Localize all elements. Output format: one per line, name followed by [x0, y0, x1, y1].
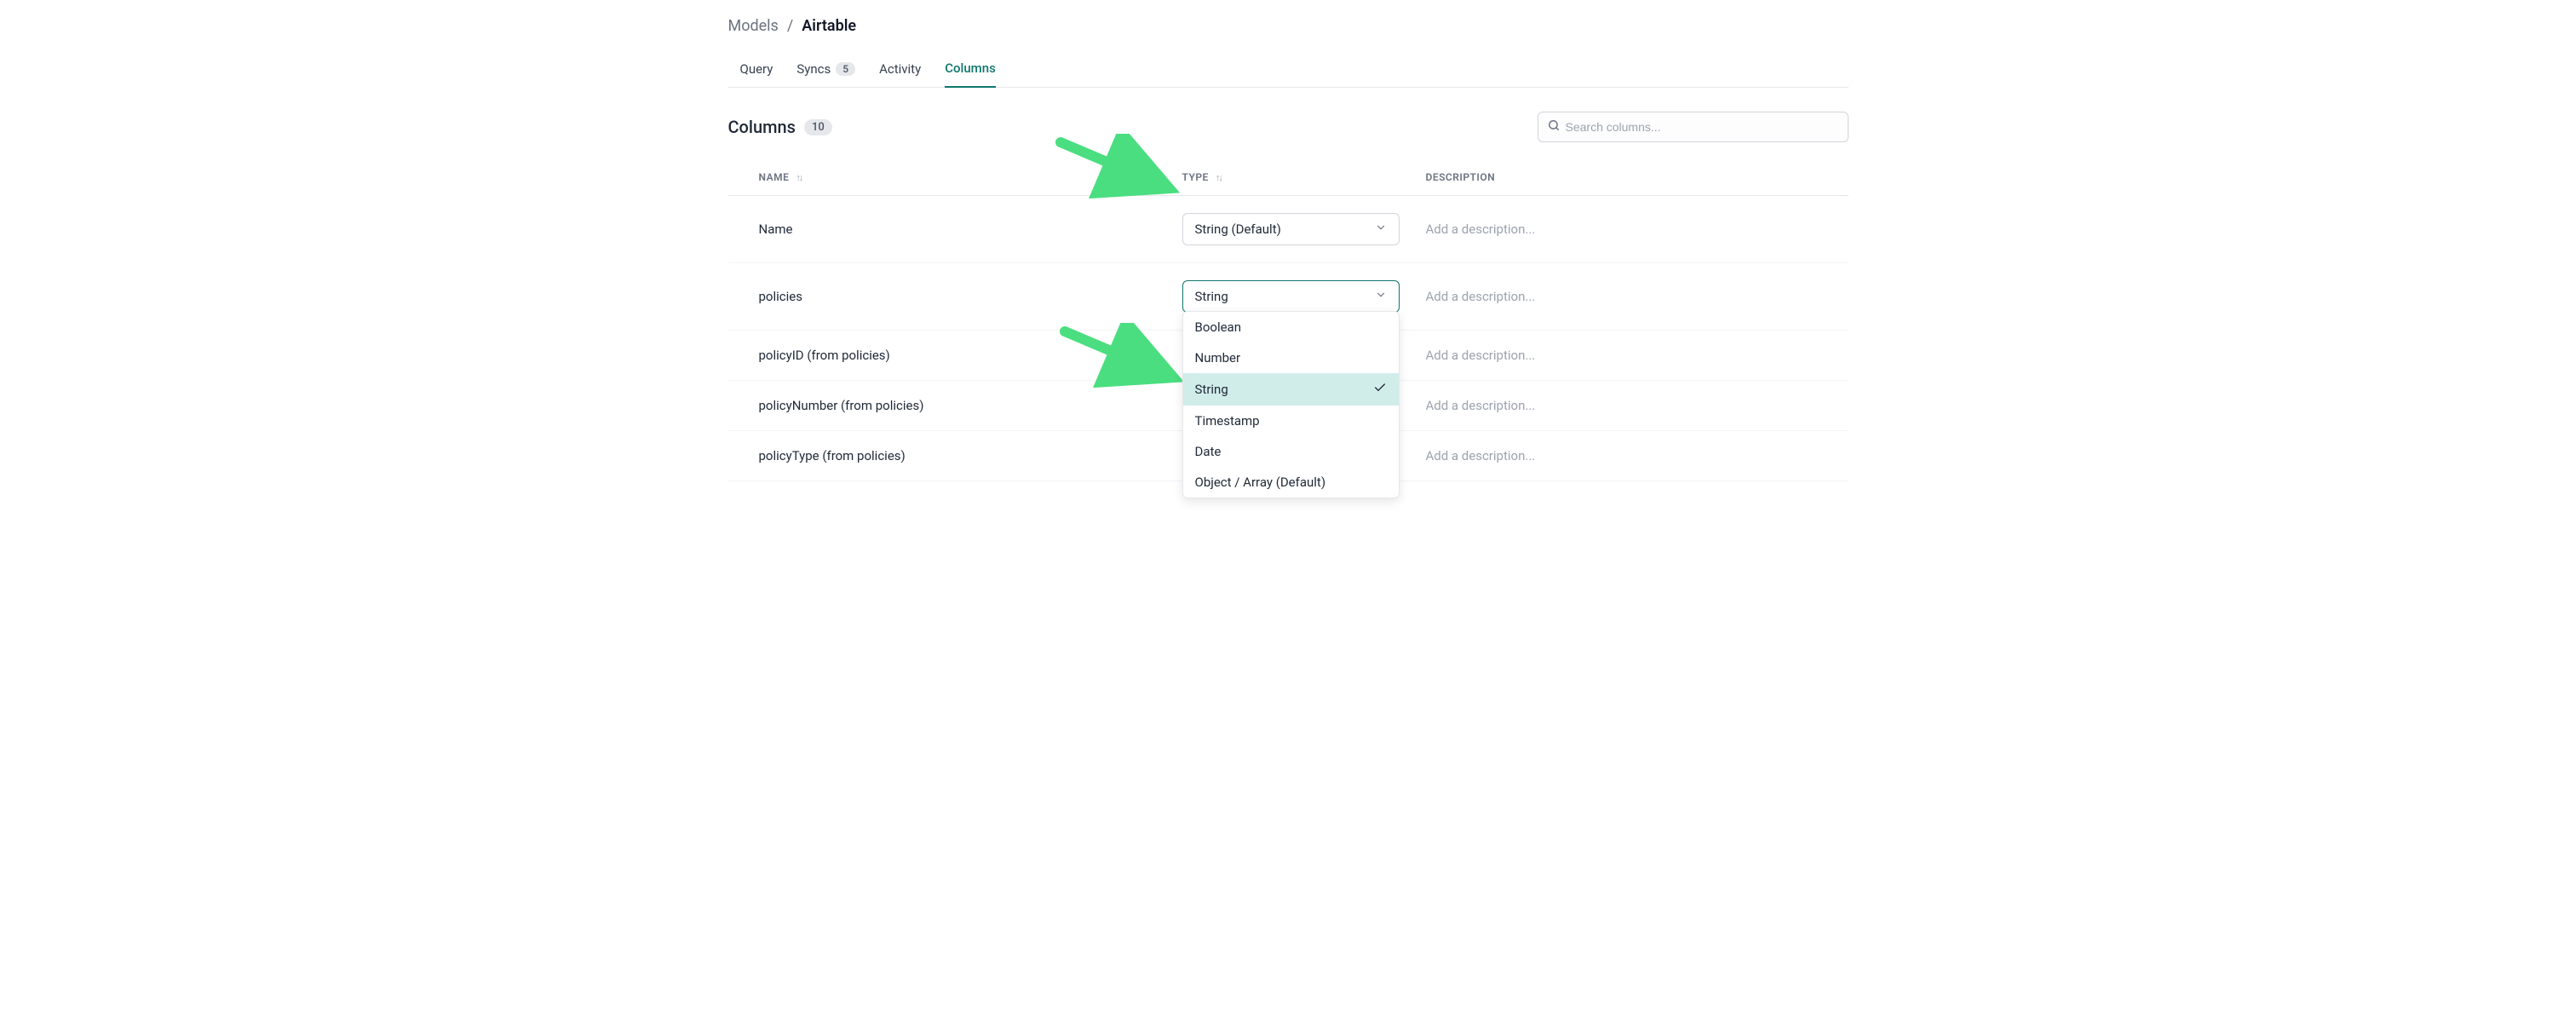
type-select-value: String (Default) [1195, 222, 1281, 237]
column-header-description: DESCRIPTION [1426, 171, 1818, 183]
sort-icon: ↑↓ [796, 172, 802, 183]
type-select[interactable]: String [1182, 280, 1400, 313]
tab-columns[interactable]: Columns [945, 52, 996, 88]
search-input[interactable] [1538, 112, 1849, 142]
dropdown-option-string[interactable]: String [1183, 373, 1399, 406]
tab-label: Columns [945, 60, 996, 76]
type-select[interactable]: String (Default) [1182, 213, 1400, 245]
column-header-label: TYPE [1182, 171, 1209, 183]
breadcrumb-current: Airtable [802, 17, 856, 35]
dropdown-option-label: String [1195, 382, 1228, 397]
column-header-type[interactable]: TYPE ↑↓ [1182, 171, 1426, 183]
columns-header: Columns 10 [728, 88, 1849, 159]
cell-description-placeholder[interactable]: Add a description... [1426, 348, 1818, 363]
column-header-label: NAME [759, 171, 790, 183]
dropdown-option-object-array[interactable]: Object / Array (Default) [1183, 467, 1399, 498]
chevron-down-icon [1375, 289, 1387, 304]
table-row: Name String (Default) Add a description.… [728, 196, 1849, 263]
tab-bar: Query Syncs 5 Activity Columns [728, 52, 1849, 88]
tab-label: Syncs [796, 61, 831, 77]
cell-column-name: policyType (from policies) [759, 448, 1182, 463]
cell-column-name: policyID (from policies) [759, 348, 1182, 363]
search-wrap [1538, 112, 1849, 142]
cell-column-name: policyNumber (from policies) [759, 398, 1182, 413]
check-icon [1373, 381, 1387, 398]
column-header-label: DESCRIPTION [1426, 171, 1496, 183]
dropdown-option-date[interactable]: Date [1183, 436, 1399, 467]
sort-icon: ↑↓ [1216, 172, 1222, 183]
tab-label: Query [740, 61, 773, 77]
breadcrumb-parent-link[interactable]: Models [728, 17, 779, 35]
table-row: policies String Add a description... Boo… [728, 263, 1849, 331]
chevron-down-icon [1375, 222, 1387, 237]
type-dropdown: Boolean Number String Timestamp Date Obj… [1182, 311, 1400, 498]
tab-query[interactable]: Query [740, 52, 773, 87]
breadcrumb: Models / Airtable [728, 17, 1849, 35]
dropdown-option-label: Object / Array (Default) [1195, 475, 1326, 490]
table-header-row: NAME ↑↓ TYPE ↑↓ DESCRIPTION [728, 159, 1849, 196]
tab-syncs[interactable]: Syncs 5 [796, 52, 855, 87]
column-header-name[interactable]: NAME ↑↓ [759, 171, 1182, 183]
cell-description-placeholder[interactable]: Add a description... [1426, 222, 1818, 237]
search-icon [1548, 119, 1560, 135]
columns-count-badge: 10 [804, 119, 832, 135]
dropdown-option-boolean[interactable]: Boolean [1183, 312, 1399, 342]
dropdown-option-timestamp[interactable]: Timestamp [1183, 406, 1399, 436]
type-select-value: String [1195, 289, 1228, 304]
breadcrumb-separator: / [787, 17, 793, 35]
cell-description-placeholder[interactable]: Add a description... [1426, 289, 1818, 304]
columns-title: Columns [728, 117, 796, 137]
dropdown-option-label: Date [1195, 444, 1222, 459]
tab-activity[interactable]: Activity [879, 52, 921, 87]
cell-column-name: Name [759, 222, 1182, 237]
cell-column-name: policies [759, 289, 1182, 304]
cell-description-placeholder[interactable]: Add a description... [1426, 448, 1818, 463]
dropdown-option-label: Number [1195, 350, 1241, 365]
dropdown-option-label: Boolean [1195, 319, 1242, 335]
dropdown-option-label: Timestamp [1195, 413, 1260, 429]
tab-label: Activity [879, 61, 921, 77]
syncs-count-badge: 5 [836, 62, 855, 76]
cell-description-placeholder[interactable]: Add a description... [1426, 398, 1818, 413]
dropdown-option-number[interactable]: Number [1183, 342, 1399, 373]
